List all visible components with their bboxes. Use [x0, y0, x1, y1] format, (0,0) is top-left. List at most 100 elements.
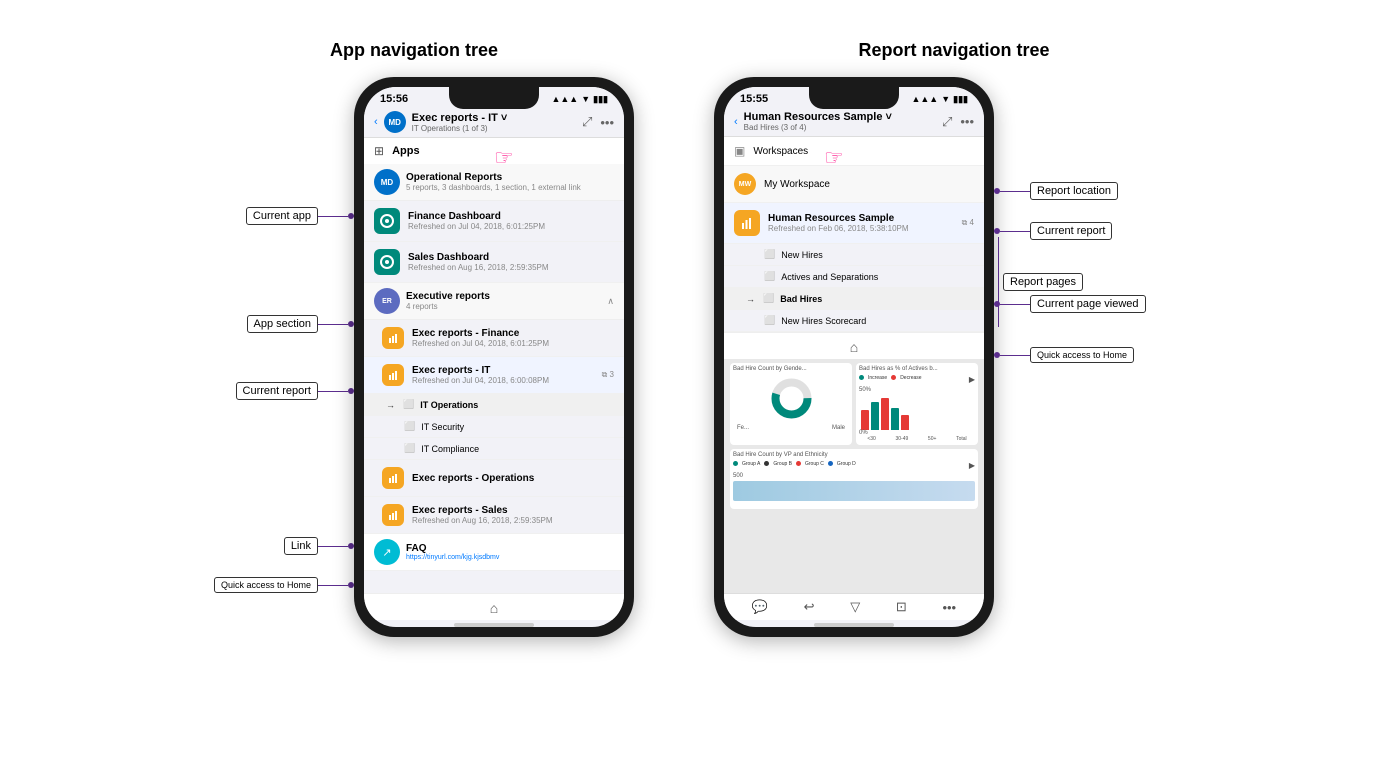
row2-arrow-icon: ▶	[969, 461, 975, 470]
annotation-report-pages: Report pages	[994, 237, 1083, 327]
annotation-link: Link	[284, 537, 354, 555]
group-c-label: Group C	[805, 461, 824, 470]
nh-scorecard-page[interactable]: ⬜ New Hires Scorecard	[724, 310, 984, 332]
bar-50-label: 50%	[859, 387, 975, 393]
annotation-current-app: Current app	[246, 207, 354, 225]
exec-chevron-icon[interactable]: ∧	[607, 296, 614, 307]
apps-header-item: ⊞ Apps	[364, 138, 624, 164]
exec-finance-title: Exec reports - Finance	[412, 328, 614, 339]
left-nav-subtitle: IT Operations (1 of 3)	[412, 124, 576, 133]
nh-scorecard-label: New Hires Scorecard	[781, 316, 866, 326]
bad-hires-label: Bad Hires	[780, 294, 822, 304]
actives-sep-page[interactable]: ⬜ Actives and Separations	[724, 266, 984, 288]
faq-url[interactable]: https://tinyurl.com/kjg.kjsdbmv	[406, 554, 499, 561]
sales-dashboard-item[interactable]: Sales Dashboard Refreshed on Aug 16, 201…	[364, 242, 624, 283]
faq-link-icon: ↗	[374, 539, 400, 565]
exec-it-title: Exec reports - IT	[412, 365, 594, 376]
sales-title: Sales Dashboard	[408, 252, 614, 263]
exec-sales-title: Exec reports - Sales	[412, 505, 614, 516]
hr-subtitle: Refreshed on Feb 06, 2018, 5:38:10PM	[768, 224, 954, 233]
right-status-icons: ▲▲▲ ▼ ▮▮▮	[911, 94, 968, 105]
left-home-icon[interactable]: ⌂	[490, 600, 498, 616]
it-security-label: IT Security	[421, 422, 464, 432]
right-phone-shell: 15:55 Safari ▲▲▲ ▼ ▮▮▮ ‹	[714, 77, 994, 637]
exec-reports-section[interactable]: ER Executive reports 4 reports ∧	[364, 283, 624, 320]
right-phone-screen: 15:55 Safari ▲▲▲ ▼ ▮▮▮ ‹	[724, 87, 984, 627]
decrease-legend-dot	[891, 375, 896, 380]
exec-finance-item[interactable]: Exec reports - Finance Refreshed on Jul …	[364, 320, 624, 357]
decrease-legend-label: Decrease	[900, 375, 921, 384]
right-home-bar[interactable]: ⌂	[724, 332, 984, 359]
bad-hires-page[interactable]: → ⬜ Bad Hires	[724, 288, 984, 310]
right-title: Report navigation tree	[858, 40, 1049, 61]
page-icon-as: ⬜	[764, 271, 775, 282]
hr-sample-report[interactable]: Human Resources Sample Refreshed on Feb …	[724, 203, 984, 244]
right-nav-bar[interactable]: ‹ Human Resources Sample ˅ Bad Hires (3 …	[724, 107, 984, 137]
ann-label-home-right: Quick access to Home	[1030, 347, 1134, 363]
right-home-icon[interactable]: ⌂	[850, 339, 858, 355]
more-icon[interactable]: •••	[600, 115, 614, 130]
sales-subtitle: Refreshed on Aug 16, 2018, 2:59:35PM	[408, 263, 614, 272]
undo-icon[interactable]: ↩	[804, 599, 815, 615]
donut-label-male: Male	[832, 425, 845, 431]
left-phone-notch	[449, 87, 539, 109]
right-expand-icon[interactable]: ⤢	[942, 114, 952, 130]
left-diagram: App navigation tree Current app App sect…	[194, 40, 634, 637]
finance-title: Finance Dashboard	[408, 211, 614, 222]
row2-500-label: 500	[733, 473, 975, 479]
increase-legend-label: Increase	[868, 375, 887, 384]
left-home-bar[interactable]: ⌂	[364, 593, 624, 620]
left-status-time: 15:56	[380, 93, 408, 105]
row2-chart-title: Bad Hire Count by VP and Ethnicity	[733, 452, 975, 458]
chart-area: Bad Hire Count by Gende... Fe...	[724, 359, 984, 593]
exec-it-item[interactable]: Exec reports - IT Refreshed on Jul 04, 2…	[364, 357, 624, 394]
exec-ops-item[interactable]: Exec reports - Operations	[364, 460, 624, 497]
it-operations-page[interactable]: → ⬜ IT Operations	[364, 394, 624, 416]
page-container: App navigation tree Current app App sect…	[14, 20, 1374, 637]
right-phone-notch	[809, 87, 899, 109]
annotation-app-section: App section	[247, 315, 354, 333]
annotation-home-right: Quick access to Home	[994, 347, 1134, 363]
faq-link-item[interactable]: ↗ FAQ https://tinyurl.com/kjg.kjsdbmv	[364, 534, 624, 571]
it-compliance-page[interactable]: ⬜ IT Compliance	[364, 438, 624, 460]
right-bottom-toolbar[interactable]: 💬 ↩ ▽ ⊡ •••	[724, 593, 984, 620]
new-hires-page[interactable]: ⬜ New Hires	[724, 244, 984, 266]
finance-dashboard-item[interactable]: Finance Dashboard Refreshed on Jul 04, 2…	[364, 201, 624, 242]
chat-icon[interactable]: 💬	[752, 599, 768, 615]
right-status-time: 15:55	[740, 93, 768, 105]
layout-icon[interactable]: ⊡	[896, 599, 907, 615]
workspaces-item[interactable]: ▣ Workspaces	[724, 137, 984, 166]
exec-finance-icon	[382, 327, 404, 349]
ann-label-current-report-left: Current report	[236, 382, 318, 400]
donut-title: Bad Hire Count by Gende...	[733, 366, 849, 372]
group-c-dot	[796, 461, 801, 466]
left-scroll-content[interactable]: ⊞ Apps MD Operational Reports 5 reports,…	[364, 138, 624, 593]
exec-sales-subtitle: Refreshed on Aug 16, 2018, 2:59:35PM	[412, 516, 614, 525]
actives-sep-label: Actives and Separations	[781, 272, 878, 282]
group-b-label: Group B	[773, 461, 792, 470]
it-security-page[interactable]: ⬜ IT Security	[364, 416, 624, 438]
expand-icon[interactable]: ⤢	[582, 114, 592, 130]
page-icon-nhs: ⬜	[764, 315, 775, 326]
exec-sales-icon	[382, 504, 404, 526]
exec-reports-title: Executive reports	[406, 291, 601, 302]
right-nav-back[interactable]: ‹	[734, 116, 738, 128]
bar-chart-box: Bad Hires as % of Actives b... Increase …	[856, 363, 978, 445]
bar-2	[871, 402, 879, 430]
ann-label-report-location: Report location	[1030, 182, 1118, 200]
page-icon-bh: ⬜	[763, 293, 774, 304]
left-status-icons: ▲▲▲ ▼ ▮▮▮	[551, 94, 608, 105]
donut-label-fe: Fe...	[737, 425, 749, 431]
left-nav-back[interactable]: ‹	[374, 116, 378, 128]
exec-sales-item[interactable]: Exec reports - Sales Refreshed on Aug 16…	[364, 497, 624, 534]
ann-label-home-left: Quick access to Home	[214, 577, 318, 593]
my-workspace-label: My Workspace	[764, 179, 830, 190]
right-home-pill	[814, 623, 894, 627]
more-toolbar-icon[interactable]: •••	[942, 600, 956, 615]
filter-icon[interactable]: ▽	[850, 599, 860, 615]
left-nav-bar[interactable]: ‹ MD Exec reports - IT ˅ IT Operations (…	[364, 107, 624, 138]
operational-reports-header[interactable]: MD Operational Reports 5 reports, 3 dash…	[364, 164, 624, 201]
ann-label-link: Link	[284, 537, 318, 555]
right-more-icon[interactable]: •••	[960, 114, 974, 129]
my-workspace-item[interactable]: MW My Workspace	[724, 166, 984, 203]
